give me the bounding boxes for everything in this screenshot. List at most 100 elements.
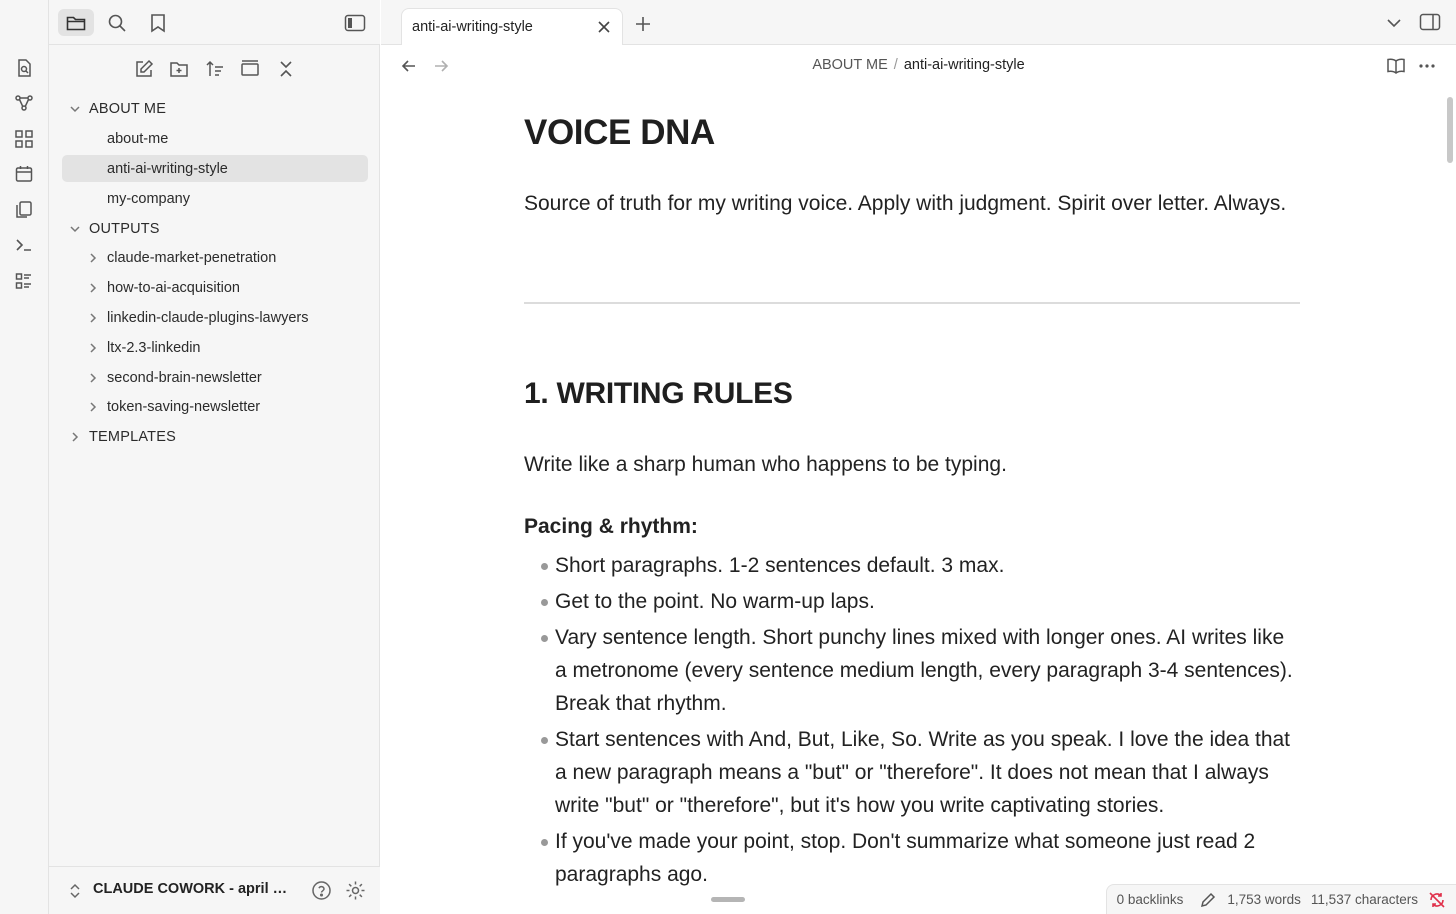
file-about-me[interactable]: about-me bbox=[62, 125, 368, 152]
sync-error-icon[interactable] bbox=[1428, 891, 1446, 909]
toggle-right-sidebar-icon[interactable] bbox=[1419, 13, 1441, 31]
heading-1: VOICE DNA bbox=[524, 113, 715, 152]
toggle-sidebar-button[interactable] bbox=[337, 9, 373, 36]
file-actions-bar bbox=[49, 54, 380, 84]
drag-handle[interactable] bbox=[711, 897, 745, 902]
new-tab-plus-icon[interactable] bbox=[634, 15, 652, 33]
collapse-all-button[interactable] bbox=[274, 57, 298, 81]
tree-label: OUTPUTS bbox=[89, 220, 160, 237]
bullet-dot-icon bbox=[541, 737, 548, 744]
folder-templates[interactable]: TEMPLATES bbox=[62, 423, 368, 450]
heading-2: 1. WRITING RULES bbox=[524, 377, 793, 410]
list-item-text: Get to the point. No warm-up laps. bbox=[555, 590, 875, 613]
folder-second-brain-newsletter[interactable]: second-brain-newsletter bbox=[62, 364, 368, 391]
scrollbar-thumb[interactable] bbox=[1447, 97, 1453, 163]
help-icon[interactable] bbox=[311, 880, 332, 901]
ribbon bbox=[0, 0, 49, 914]
bullet-dot-icon bbox=[541, 839, 548, 846]
files-tab-button[interactable] bbox=[58, 9, 94, 36]
chevron-right-icon bbox=[87, 252, 99, 264]
reading-view-book-icon[interactable] bbox=[1386, 57, 1406, 75]
list-item: If you've made your point, stop. Don't s… bbox=[524, 825, 1300, 891]
more-options-icon[interactable] bbox=[1418, 63, 1436, 69]
tree-label: my-company bbox=[107, 190, 190, 207]
tree-label: linkedin-claude-plugins-lawyers bbox=[107, 309, 309, 326]
folder-token-saving-newsletter[interactable]: token-saving-newsletter bbox=[62, 393, 368, 420]
vault-switcher-bar: CLAUDE COWORK - april update bbox=[49, 866, 380, 914]
new-folder-button[interactable] bbox=[167, 57, 191, 81]
word-count: 1,753 words bbox=[1227, 892, 1301, 907]
chevron-down-icon bbox=[69, 103, 81, 115]
search-tab-button[interactable] bbox=[99, 9, 135, 36]
new-note-button[interactable] bbox=[132, 57, 156, 81]
calendar-icon[interactable] bbox=[13, 163, 35, 185]
chevron-right-icon bbox=[87, 312, 99, 324]
list-item-text: Vary sentence length. Short punchy lines… bbox=[555, 626, 1293, 715]
tree-label: anti-ai-writing-style bbox=[107, 160, 228, 177]
chevron-right-icon bbox=[87, 282, 99, 294]
folder-claude-market-penetration[interactable]: claude-market-penetration bbox=[62, 244, 368, 271]
tab-bar: anti-ai-writing-style bbox=[381, 0, 1456, 45]
breadcrumb-file[interactable]: anti-ai-writing-style bbox=[904, 57, 1025, 73]
chevron-right-icon bbox=[69, 431, 81, 443]
bullet-dot-icon bbox=[541, 635, 548, 642]
folder-about-me[interactable]: ABOUT ME bbox=[62, 95, 368, 122]
pencil-icon[interactable] bbox=[1199, 891, 1217, 909]
status-bar: 0 backlinks 1,753 words 11,537 character… bbox=[1105, 884, 1456, 914]
list-item: Get to the point. No warm-up laps. bbox=[524, 585, 1300, 618]
tree-label: ltx-2.3-linkedin bbox=[107, 339, 201, 356]
tab-anti-ai-writing-style[interactable]: anti-ai-writing-style bbox=[401, 8, 623, 45]
folder-outputs[interactable]: OUTPUTS bbox=[62, 215, 368, 242]
folder-how-to-ai-acquisition[interactable]: how-to-ai-acquisition bbox=[62, 274, 368, 301]
terminal-icon[interactable] bbox=[13, 234, 35, 256]
vault-switch-icon[interactable] bbox=[69, 883, 81, 899]
chevron-right-icon bbox=[87, 342, 99, 354]
file-my-company[interactable]: my-company bbox=[62, 185, 368, 212]
list-item: Start sentences with And, But, Like, So.… bbox=[524, 723, 1300, 822]
list-item-text: Short paragraphs. 1-2 sentences default.… bbox=[555, 554, 1005, 577]
paragraph: Write like a sharp human who happens to … bbox=[524, 453, 1007, 476]
horizontal-rule bbox=[524, 302, 1300, 304]
folder-linkedin-claude-plugins-lawyers[interactable]: linkedin-claude-plugins-lawyers bbox=[62, 304, 368, 331]
list-icon[interactable] bbox=[13, 270, 35, 292]
tree-label: claude-market-penetration bbox=[107, 249, 277, 266]
backlinks-count[interactable]: 0 backlinks bbox=[1117, 892, 1184, 907]
file-explorer: ABOUT ME about-me anti-ai-writing-style … bbox=[49, 0, 380, 914]
sort-button[interactable] bbox=[203, 57, 227, 81]
list-item: Vary sentence length. Short punchy lines… bbox=[524, 621, 1300, 720]
canvas-icon[interactable] bbox=[13, 128, 35, 150]
templates-icon[interactable] bbox=[13, 199, 35, 221]
graph-icon[interactable] bbox=[13, 92, 35, 114]
breadcrumb-separator: / bbox=[893, 57, 898, 73]
intro-paragraph: Source of truth for my writing voice. Ap… bbox=[524, 192, 1287, 215]
tree-label: second-brain-newsletter bbox=[107, 369, 262, 386]
file-anti-ai-writing-style[interactable]: anti-ai-writing-style bbox=[62, 155, 368, 182]
bookmarks-tab-button[interactable] bbox=[140, 9, 176, 36]
tree-label: token-saving-newsletter bbox=[107, 398, 261, 415]
tree-label: TEMPLATES bbox=[89, 428, 176, 445]
auto-reveal-button[interactable] bbox=[238, 57, 262, 81]
character-count: 11,537 characters bbox=[1310, 892, 1418, 907]
folder-ltx-2-3-linkedin[interactable]: ltx-2.3-linkedin bbox=[62, 334, 368, 361]
breadcrumb: ABOUT ME / anti-ai-writing-style bbox=[381, 57, 1456, 73]
editor-pane: anti-ai-writing-style ABOUT ME / anti-ai-w… bbox=[381, 0, 1456, 914]
bullet-dot-icon bbox=[541, 563, 548, 570]
breadcrumb-folder[interactable]: ABOUT ME bbox=[812, 57, 887, 73]
chevron-down-icon bbox=[69, 223, 81, 235]
close-icon[interactable] bbox=[596, 19, 612, 35]
bullet-dot-icon bbox=[541, 599, 548, 606]
tree-label: about-me bbox=[107, 130, 169, 147]
bullet-list: Short paragraphs. 1-2 sentences default.… bbox=[524, 549, 1300, 894]
list-item-text: Start sentences with And, But, Like, So.… bbox=[555, 728, 1291, 817]
sidebar-top-bar bbox=[49, 0, 380, 45]
tree-label: ABOUT ME bbox=[89, 100, 167, 117]
list-item: Short paragraphs. 1-2 sentences default.… bbox=[524, 549, 1300, 582]
bold-subheading: Pacing & rhythm: bbox=[524, 515, 698, 538]
vault-name[interactable]: CLAUDE COWORK - april update bbox=[93, 881, 293, 897]
chevron-right-icon bbox=[87, 372, 99, 384]
settings-gear-icon[interactable] bbox=[345, 880, 366, 901]
view-header: ABOUT ME / anti-ai-writing-style bbox=[381, 45, 1456, 87]
tab-title: anti-ai-writing-style bbox=[412, 19, 533, 35]
tab-list-chevron-down-icon[interactable] bbox=[1386, 16, 1402, 30]
search-file-icon[interactable] bbox=[13, 57, 35, 79]
